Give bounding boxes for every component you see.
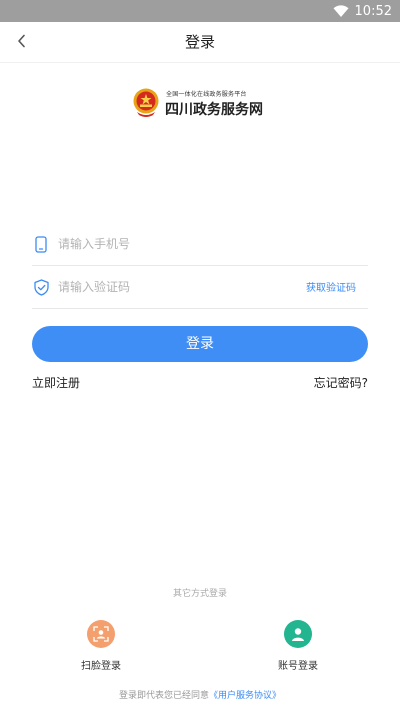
status-icons: 10:52 xyxy=(333,2,392,20)
forgot-password-link[interactable]: 忘记密码? xyxy=(314,374,368,391)
face-scan-icon xyxy=(87,620,115,648)
wifi-icon xyxy=(333,5,349,17)
status-bar: 10:52 xyxy=(0,0,400,22)
status-time: 10:52 xyxy=(354,3,392,19)
account-login-button[interactable]: 账号登录 xyxy=(258,620,338,672)
login-button[interactable]: 登录 xyxy=(32,326,368,362)
verification-code-field: 获取验证码 xyxy=(32,266,368,309)
phone-field xyxy=(32,223,368,266)
site-logo: 全国一体化在线政务服务平台 四川政务服务网 xyxy=(128,86,278,122)
get-code-button[interactable]: 获取验证码 xyxy=(306,279,356,294)
login-page: 10:52 登录 全国一体化在线政务服务平台 四川政务服务网 请输入手机号 请输… xyxy=(0,0,400,710)
agreement-text: 登录即代表您已经同意《用户服务协议》 xyxy=(0,688,400,701)
verification-code-input[interactable] xyxy=(58,276,298,298)
account-login-label: 账号登录 xyxy=(278,661,318,672)
agreement-prefix: 登录即代表您已经同意 xyxy=(118,691,209,701)
user-account-icon xyxy=(284,620,312,648)
register-link[interactable]: 立即注册 xyxy=(32,374,80,391)
shield-check-icon xyxy=(32,277,50,297)
face-login-label: 扫脸登录 xyxy=(81,661,121,672)
national-emblem-icon xyxy=(132,88,160,118)
mobile-phone-icon xyxy=(32,234,50,254)
face-login-button[interactable]: 扫脸登录 xyxy=(61,620,141,672)
logo-subtitle: 全国一体化在线政务服务平台 xyxy=(166,91,247,98)
phone-input[interactable] xyxy=(58,233,298,255)
page-title: 登录 xyxy=(184,33,215,51)
nav-bar: 登录 xyxy=(0,22,400,63)
other-login-heading: 其它方式登录 xyxy=(172,589,227,599)
logo-title: 四川政务服务网 xyxy=(165,102,263,118)
user-agreement-link[interactable]: 《用户服务协议》 xyxy=(209,691,281,701)
